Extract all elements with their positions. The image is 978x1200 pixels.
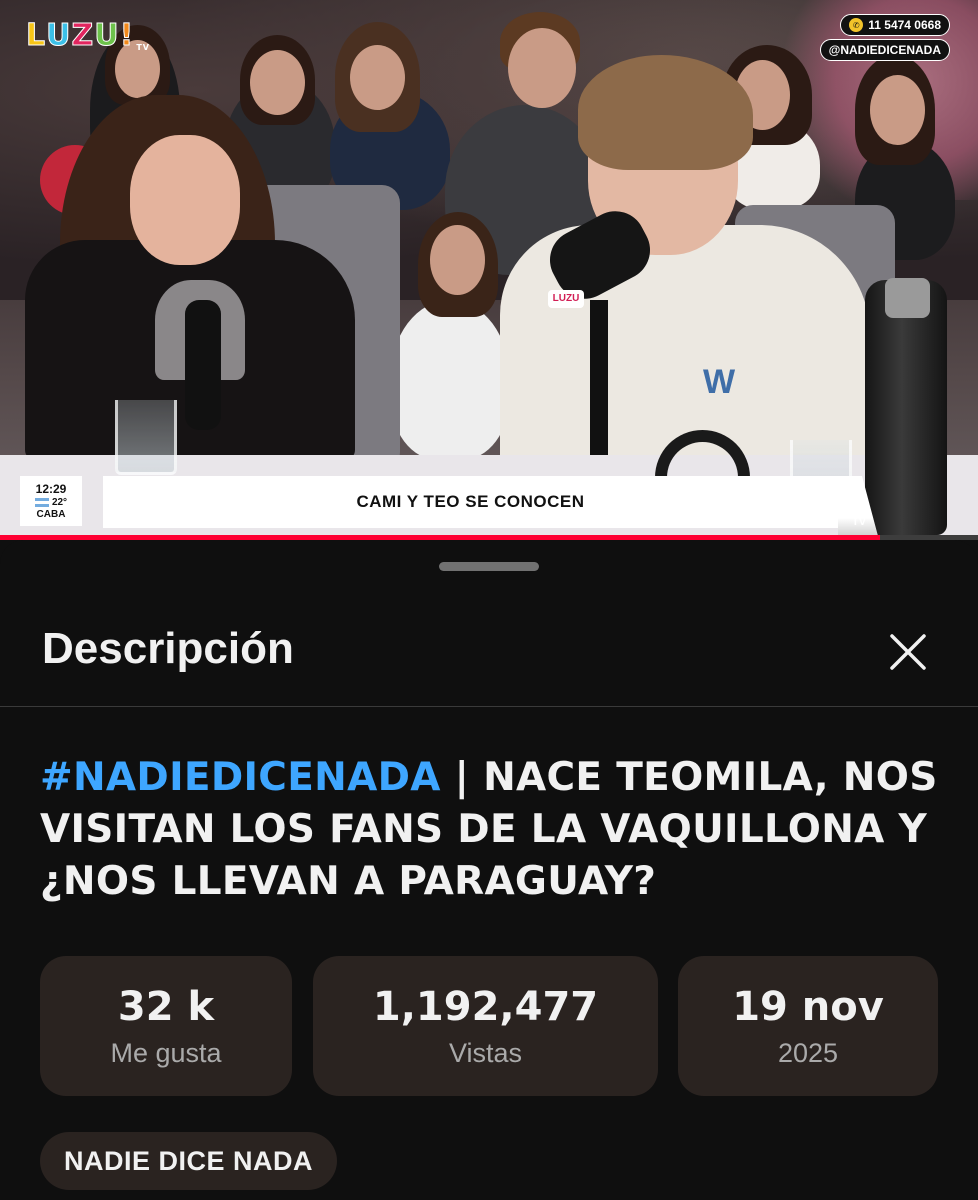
handle-badge: @NADIEDICENADA	[819, 39, 950, 61]
water-glass	[115, 400, 177, 475]
publish-date: 19 nov	[732, 983, 884, 1030]
headline-banner: CAMI Y TEO SE CONOCEN	[103, 476, 838, 528]
mic-stand	[590, 300, 608, 465]
drag-handle[interactable]	[439, 562, 539, 571]
video-title: #NADIEDICENADA | NACE TEOMILA, NOS VISIT…	[40, 752, 940, 908]
date-card: 19 nov 2025	[678, 956, 938, 1096]
phone-number: 11 5474 0668	[868, 18, 941, 32]
social-handle: @NADIEDICENADA	[828, 43, 941, 57]
divider	[0, 706, 978, 707]
close-button[interactable]	[880, 624, 936, 680]
channel-chip[interactable]: NADIE DICE NADA	[40, 1132, 338, 1190]
handheld-microphone	[185, 300, 221, 430]
audience-person-face	[430, 225, 485, 295]
argentina-flag-icon	[34, 497, 49, 507]
contact-overlay: ✆ 11 5474 0668 @NADIEDICENADA	[819, 14, 950, 61]
audience-person-face	[508, 28, 576, 108]
audience-person	[390, 300, 510, 460]
description-sheet: Descripción #NADIEDICENADA | NACE TEOMIL…	[0, 540, 978, 1200]
temperature: 22°	[34, 497, 68, 508]
logo-letter: U	[46, 17, 72, 53]
temperature-value: 22°	[51, 497, 68, 508]
title-hashtag-link[interactable]: #NADIEDICENADA	[40, 755, 441, 800]
thermos	[865, 280, 947, 535]
logo-letter: U	[94, 17, 120, 53]
audience-person-face	[250, 50, 305, 115]
sheet-title: Descripción	[42, 624, 294, 673]
logo-letter: L	[25, 17, 47, 53]
city: CABA	[36, 509, 66, 520]
host-left-face	[130, 135, 240, 265]
views-card: 1,192,477 Vistas	[313, 956, 658, 1096]
publish-year: 2025	[777, 1037, 839, 1068]
logo-letter: !	[119, 17, 135, 53]
host-right-hair	[578, 55, 753, 170]
lower-third: 12:29 22° CABA	[20, 476, 82, 530]
shirt-logo: W	[702, 363, 736, 401]
thermos-cap	[885, 278, 930, 318]
time-weather-box: 12:29 22° CABA	[20, 476, 82, 526]
close-icon	[890, 634, 926, 670]
whatsapp-icon: ✆	[849, 18, 864, 32]
stats-row: 32 k Me gusta 1,192,477 Vistas 19 nov 20…	[0, 956, 978, 1096]
logo-tv: TV	[136, 43, 150, 52]
clock: 12:29	[35, 482, 67, 496]
mic-brand-label: LUZU	[548, 290, 584, 308]
luzu-logo: L U Z U ! TV	[20, 17, 156, 53]
video-player[interactable]: W LUZU L U Z U ! TV ✆ 11 5474 0668 @NADI…	[0, 0, 978, 540]
views-count: 1,192,477	[372, 983, 599, 1030]
corner-tv-mark: TV	[852, 516, 867, 528]
logo-letter: Z	[71, 17, 95, 53]
views-label: Vistas	[448, 1037, 523, 1068]
phone-badge: ✆ 11 5474 0668	[840, 14, 950, 36]
audience-person-face	[350, 45, 405, 110]
likes-count: 32 k	[117, 983, 215, 1030]
likes-card: 32 k Me gusta	[40, 956, 292, 1096]
audience-person-face	[870, 75, 925, 145]
likes-label: Me gusta	[110, 1037, 222, 1068]
